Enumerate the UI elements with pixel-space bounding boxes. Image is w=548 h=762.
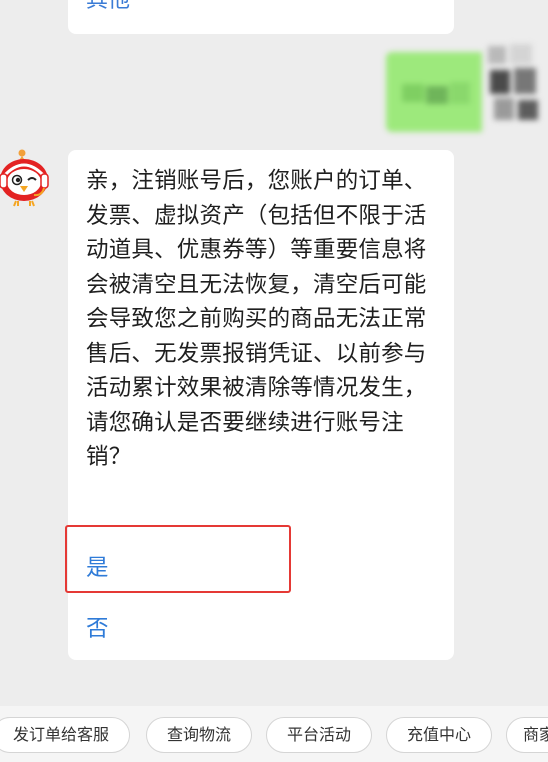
quick-reply-recharge-center[interactable]: 充值中心 [386, 717, 492, 753]
bot-message-text: 亲，注销账号后，您账户的订单、发票、虚拟资产（包括但不限于活动道具、优惠券等）等… [86, 168, 427, 470]
quick-reply-platform-activity[interactable]: 平台活动 [266, 717, 372, 753]
previous-message-bubble: 其他 [68, 0, 454, 34]
quick-reply-bar: 发订单给客服 查询物流 平台活动 充值中心 商家 [0, 706, 548, 762]
user-avatar [482, 40, 548, 130]
option-no[interactable]: 否 [86, 614, 109, 644]
user-message-bubble [386, 52, 482, 132]
option-yes[interactable]: 是 [86, 553, 109, 583]
red-bird-mascot-icon [0, 149, 49, 207]
quick-reply-track-logistics[interactable]: 查询物流 [146, 717, 252, 753]
bot-message-bubble: 亲，注销账号后，您账户的订单、发票、虚拟资产（包括但不限于活动道具、优惠券等）等… [65, 150, 454, 660]
bot-avatar[interactable] [0, 148, 52, 212]
option-other[interactable]: 其他 [86, 0, 130, 16]
quick-reply-send-order[interactable]: 发订单给客服 [0, 717, 130, 753]
quick-reply-merchant[interactable]: 商家 [506, 717, 548, 753]
